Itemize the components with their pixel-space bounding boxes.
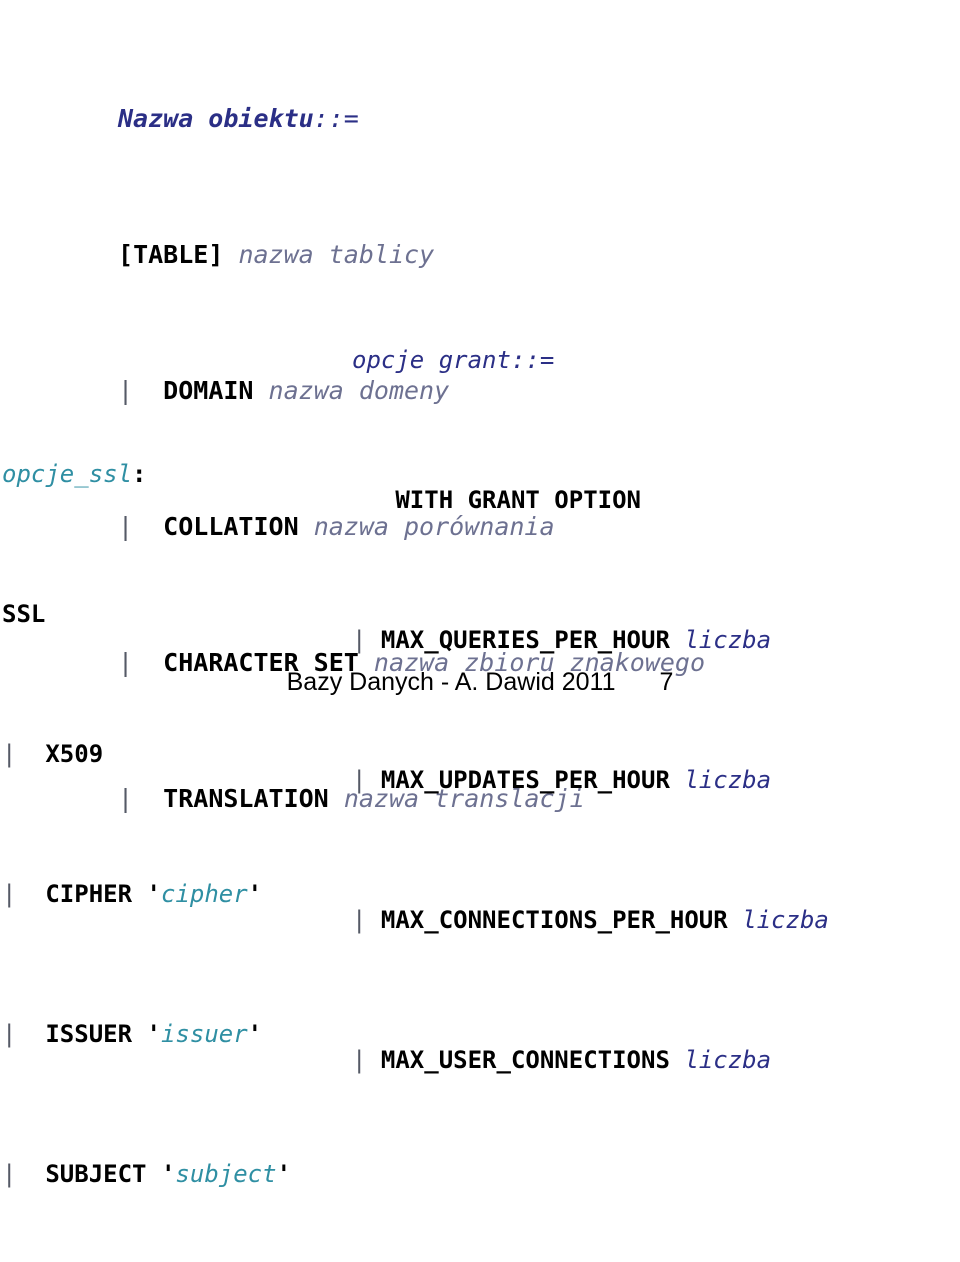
keyword: TABLE: [133, 240, 209, 269]
quote-close: ': [247, 1020, 263, 1048]
quote-open: ': [160, 1160, 176, 1188]
placeholder: liczba: [684, 626, 772, 654]
keyword: ISSUER: [45, 1020, 133, 1048]
footer-course-label: Bazy Danych - A. Dawid 2011: [286, 668, 616, 696]
alternation-bar: |: [2, 1020, 17, 1048]
keyword: MAX_QUERIES_PER_HOUR: [380, 626, 670, 654]
placeholder: liczba: [684, 1046, 772, 1074]
quote-close: ': [276, 1160, 292, 1188]
keyword: X509: [45, 740, 104, 768]
object-name-heading-assign: ::=: [313, 104, 359, 133]
placeholder: cipher: [160, 880, 248, 908]
keyword: CIPHER: [45, 880, 133, 908]
grant-heading: opcje grant::=: [352, 343, 829, 378]
syntax-row: | CIPHER 'cipher': [2, 877, 291, 912]
syntax-row: | MAX_USER_CONNECTIONS liczba: [352, 1043, 829, 1078]
alternation-bar: |: [352, 626, 367, 654]
object-name-heading-label: Nazwa obiektu: [118, 104, 314, 133]
grant-heading-assign: ::=: [510, 346, 555, 374]
placeholder: liczba: [742, 906, 829, 934]
bracket-open: [: [118, 240, 134, 269]
keyword: WITH GRANT OPTION: [395, 486, 641, 514]
alternation-bar: |: [352, 1046, 367, 1074]
quote-close: ': [247, 880, 263, 908]
syntax-row: SSL: [2, 597, 291, 632]
syntax-row: | MAX_UPDATES_PER_HOUR liczba: [352, 763, 829, 798]
placeholder: subject: [175, 1160, 277, 1188]
syntax-row: WITH GRANT OPTION: [352, 483, 829, 518]
alternation-bar: |: [352, 906, 367, 934]
object-name-heading: Nazwa obiektu::=: [118, 102, 705, 136]
slide-footer: Bazy Danych - A. Dawid 2011 7: [0, 668, 960, 703]
grant-heading-label: opcje grant: [352, 346, 511, 374]
alternation-bar: |: [352, 766, 367, 794]
alternation-bar: |: [2, 1160, 17, 1188]
keyword: SUBJECT: [45, 1160, 147, 1188]
placeholder: liczba: [684, 766, 772, 794]
alternation-bar: |: [2, 740, 17, 768]
keyword: SSL: [2, 600, 46, 628]
syntax-row: | MAX_CONNECTIONS_PER_HOUR liczba: [352, 903, 829, 938]
keyword: MAX_UPDATES_PER_HOUR: [380, 766, 670, 794]
footer-page-number: 7: [659, 668, 674, 696]
syntax-block-ssl-options: opcje_ssl: SSL | X509 | CIPHER 'cipher' …: [2, 352, 291, 1262]
quote-open: ': [146, 1020, 161, 1048]
ssl-heading-label: opcje_ssl: [2, 460, 133, 488]
alternation-bar: |: [2, 880, 17, 908]
syntax-row: | ISSUER 'issuer': [2, 1017, 291, 1052]
keyword: MAX_CONNECTIONS_PER_HOUR: [380, 906, 728, 934]
syntax-row: | X509: [2, 737, 291, 772]
keyword: MAX_USER_CONNECTIONS: [380, 1046, 670, 1074]
syntax-row: | MAX_QUERIES_PER_HOUR liczba: [352, 623, 829, 658]
ssl-heading-colon: :: [132, 460, 147, 488]
syntax-row: | SUBJECT 'subject': [2, 1157, 291, 1192]
ssl-heading: opcje_ssl:: [2, 457, 291, 492]
bracket-close: ]: [208, 240, 224, 269]
placeholder: issuer: [160, 1020, 248, 1048]
quote-open: ': [146, 880, 161, 908]
